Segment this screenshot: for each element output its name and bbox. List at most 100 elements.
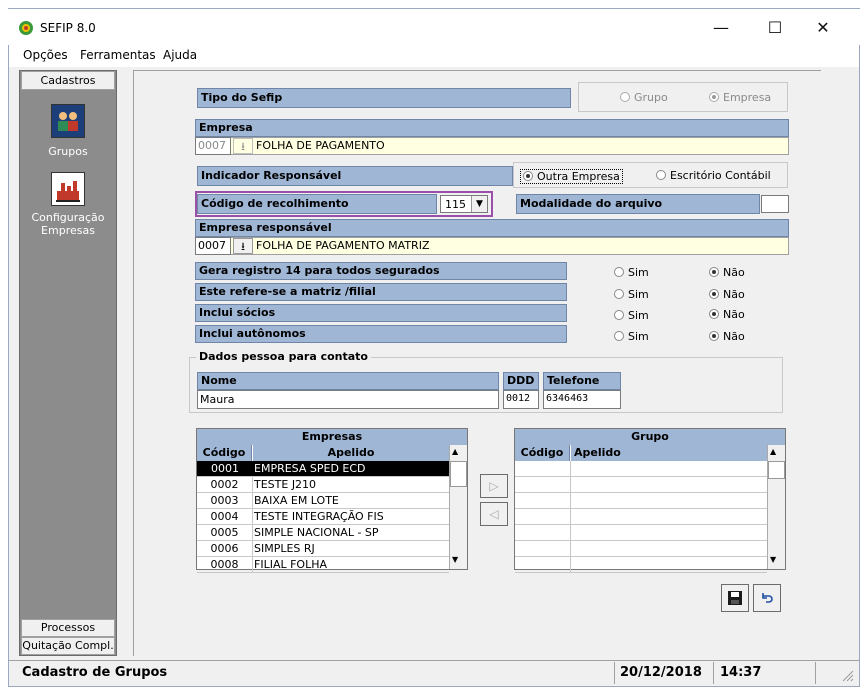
table-row[interactable]: 0008 FILIAL FOLHA [197, 557, 449, 573]
telefone-field[interactable]: 6346463 [543, 390, 621, 409]
question-socios-nao[interactable]: Não [709, 308, 745, 321]
maximize-button[interactable]: ☐ [752, 9, 798, 45]
question-registro14-nao[interactable]: Não [709, 266, 745, 279]
save-button[interactable] [721, 584, 749, 612]
modalidade-field[interactable] [761, 195, 789, 213]
move-left-icon[interactable]: ◁ [480, 502, 508, 526]
codigo-recolhimento-select[interactable]: 115 ▼ [440, 195, 488, 213]
row-codigo: 0004 [197, 509, 253, 525]
question-socios-label: Inclui sócios [195, 304, 567, 322]
sidebar-footer-quitacao[interactable]: Quitação Compl. [21, 637, 115, 655]
radio-nao-label: Não [723, 288, 745, 301]
nome-field[interactable]: Maura [197, 390, 499, 409]
empresas-scrollbar[interactable]: ▲ ▼ [449, 445, 467, 569]
table-row[interactable]: 0005 SIMPLE NACIONAL - SP [197, 525, 449, 541]
resize-grip-icon[interactable] [840, 668, 854, 682]
row-codigo: 0008 [197, 557, 253, 573]
status-divider [614, 662, 615, 684]
question-autonomos-sim[interactable]: Sim [614, 330, 649, 343]
table-row[interactable] [515, 477, 767, 493]
sidebar-header-cadastros[interactable]: Cadastros [21, 71, 115, 90]
sidebar-item-grupos[interactable]: Grupos [19, 145, 117, 158]
question-socios-sim[interactable]: Sim [614, 309, 649, 322]
radio-outra-empresa[interactable]: Outra Empresa [520, 169, 623, 184]
table-row[interactable]: 0003 BAIXA EM LOTE [197, 493, 449, 509]
radio-dot[interactable] [709, 267, 719, 277]
empresa-code-field[interactable]: 0007 [195, 137, 231, 155]
question-matriz-filial-nao[interactable]: Não [709, 288, 745, 301]
chevron-down-icon[interactable]: ▼ [471, 196, 487, 212]
radio-dot[interactable] [709, 289, 719, 299]
radio-sim-label: Sim [628, 330, 649, 343]
radio-nao-label: Não [723, 308, 745, 321]
table-row[interactable] [515, 557, 767, 573]
grupo-table-body [515, 461, 767, 573]
question-autonomos-nao[interactable]: Não [709, 330, 745, 343]
company-config-icon[interactable] [51, 172, 85, 206]
radio-outra-empresa-dot[interactable] [523, 171, 533, 181]
grupo-table-title: Grupo [515, 429, 785, 445]
empresa-name: FOLHA DE PAGAMENTO [256, 139, 385, 152]
radio-escritorio-dot[interactable] [656, 170, 666, 180]
close-button[interactable]: ✕ [800, 9, 846, 45]
status-date: 20/12/2018 [620, 665, 702, 680]
scroll-up-icon[interactable]: ▲ [770, 447, 776, 456]
table-row[interactable] [515, 461, 767, 477]
row-codigo: 0006 [197, 541, 253, 557]
menu-ferramentas[interactable]: Ferramentas [80, 48, 156, 62]
table-row[interactable]: 0002 TESTE J210 [197, 477, 449, 493]
row-codigo: 0003 [197, 493, 253, 509]
table-row[interactable]: 0006 SIMPLES RJ [197, 541, 449, 557]
row-apelido: TESTE J210 [254, 478, 317, 491]
undo-icon [762, 593, 773, 603]
scroll-down-icon[interactable]: ▼ [770, 555, 776, 564]
sidebar-item-config-line2[interactable]: Empresas [19, 224, 117, 237]
question-matriz-filial-sim[interactable]: Sim [614, 288, 649, 301]
radio-dot[interactable] [709, 331, 719, 341]
app-logo-icon [18, 20, 34, 36]
radio-dot[interactable] [614, 331, 624, 341]
radio-dot[interactable] [614, 267, 624, 277]
empresa-responsavel-code-field[interactable]: 0007 [195, 237, 231, 255]
table-row[interactable]: 0004 TESTE INTEGRAÇÃO FIS [197, 509, 449, 525]
empresas-col-codigo[interactable]: Código [197, 445, 252, 461]
question-registro14-sim[interactable]: Sim [614, 266, 649, 279]
radio-grupo[interactable]: Grupo [620, 91, 668, 104]
table-row[interactable] [515, 509, 767, 525]
scrollbar-thumb[interactable] [768, 461, 785, 479]
move-right-icon[interactable]: ▷ [480, 474, 508, 498]
sidebar-item-config-line1[interactable]: Configuração [19, 211, 117, 224]
radio-nao-label: Não [723, 266, 745, 279]
ddd-label: DDD [503, 372, 539, 390]
empresa-responsavel-lookup-icon[interactable]: ⭳ [233, 238, 253, 254]
scroll-up-icon[interactable]: ▲ [452, 447, 458, 456]
menu-ajuda[interactable]: Ajuda [163, 48, 197, 62]
radio-empresa[interactable]: Empresa [709, 91, 771, 104]
radio-dot[interactable] [614, 289, 624, 299]
minimize-button[interactable]: — [698, 9, 744, 45]
radio-escritorio-label: Escritório Contábil [670, 169, 771, 182]
table-row[interactable]: 0001 EMPRESA SPED ECD [197, 461, 449, 477]
menu-opcoes[interactable]: Opções [23, 48, 68, 62]
radio-dot[interactable] [614, 310, 624, 320]
ddd-field[interactable]: 0012 [503, 390, 539, 409]
radio-sim-label: Sim [628, 288, 649, 301]
radio-grupo-dot[interactable] [620, 92, 630, 102]
scrollbar-thumb[interactable] [450, 461, 467, 487]
scroll-down-icon[interactable]: ▼ [452, 555, 458, 564]
row-codigo: 0001 [211, 462, 239, 475]
sidebar-footer-processos[interactable]: Processos [21, 619, 115, 637]
table-row[interactable] [515, 541, 767, 557]
empresas-col-apelido[interactable]: Apelido [253, 445, 449, 461]
undo-button[interactable] [753, 584, 781, 612]
radio-dot[interactable] [709, 309, 719, 319]
grupo-col-codigo[interactable]: Código [515, 445, 570, 461]
empresa-lookup-icon[interactable]: ⭳ [233, 138, 253, 154]
grupo-col-apelido[interactable]: Apelido [571, 445, 767, 461]
radio-empresa-dot[interactable] [709, 92, 719, 102]
groups-icon[interactable] [51, 104, 85, 138]
table-row[interactable] [515, 525, 767, 541]
radio-escritorio[interactable]: Escritório Contábil [656, 169, 771, 182]
grupo-scrollbar[interactable]: ▲ ▼ [767, 445, 785, 569]
table-row[interactable] [515, 493, 767, 509]
